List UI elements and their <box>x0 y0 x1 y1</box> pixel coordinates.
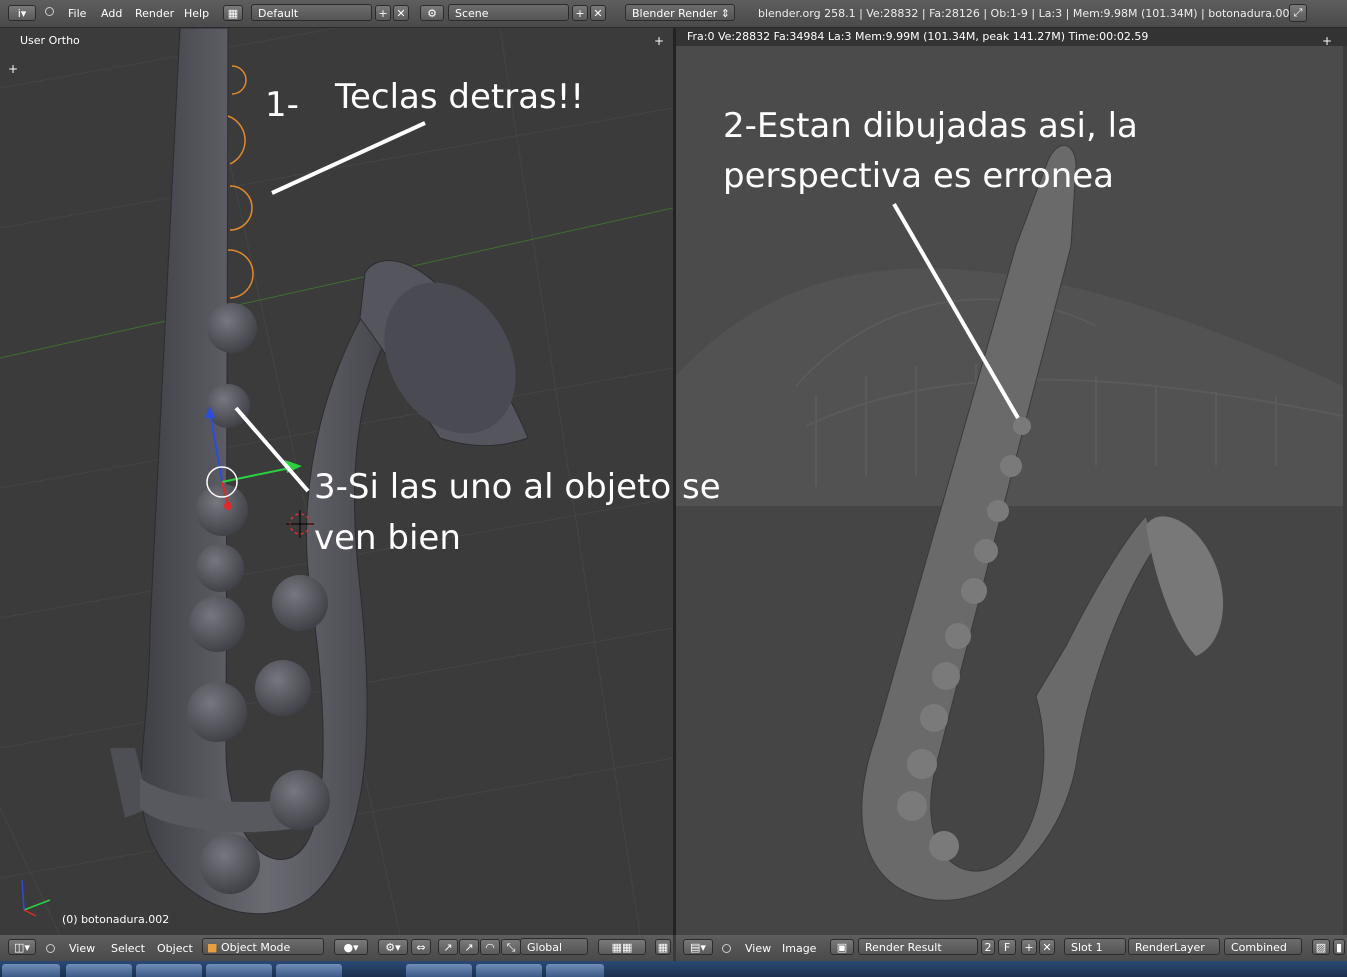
image-collapse-menus-icon[interactable] <box>722 944 731 953</box>
3d-view-editor-type-button[interactable]: ◫▾ <box>8 939 36 955</box>
viewport-shading-button[interactable]: ●▾ <box>334 939 368 955</box>
alpha-display-icon[interactable]: ▮ <box>1333 939 1345 955</box>
scale-icon[interactable]: ⤡ <box>501 939 521 955</box>
screen-layout-icon[interactable]: ▦ <box>223 5 243 21</box>
slot-label: Slot 1 <box>1071 941 1103 954</box>
image-name-field[interactable]: Render Result <box>858 938 978 955</box>
fullscreen-icon[interactable]: ⤢ <box>1289 4 1307 22</box>
menu-add[interactable]: Add <box>101 7 122 20</box>
taskbar-app-2[interactable] <box>136 964 202 977</box>
info-editor-type-button[interactable]: i▾ <box>8 5 36 21</box>
image-editor-type-button[interactable]: ▤▾ <box>683 939 713 955</box>
new-image-button[interactable]: + <box>1021 939 1037 955</box>
transform-orientation-dropdown[interactable]: Global <box>520 938 588 955</box>
view-label: User Ortho <box>20 34 80 47</box>
image-editor-header: ▤▾ View Image ▣ Render Result 2 F + ✕ Sl… <box>676 935 1347 962</box>
menu-image[interactable]: Image <box>782 942 816 955</box>
axis-gizmo <box>21 879 51 917</box>
layers-grid[interactable]: ▦▦ <box>598 939 646 955</box>
screen-layout-field[interactable]: Default <box>251 4 372 21</box>
start-button[interactable] <box>2 964 60 977</box>
render-slot-dropdown[interactable]: Slot 1 <box>1064 938 1126 955</box>
orientation-label: Global <box>527 941 563 954</box>
image-browse-icon[interactable]: ▣ <box>830 939 854 955</box>
taskbar-app-7[interactable] <box>546 964 604 977</box>
taskbar-app-1[interactable] <box>66 964 132 977</box>
menu-select[interactable]: Select <box>111 942 145 955</box>
dropdown-arrows-icon: ⇕ <box>720 7 730 20</box>
rotate-icon[interactable]: ◠ <box>480 939 500 955</box>
menu-view[interactable]: View <box>69 942 95 955</box>
render-engine-dropdown[interactable]: Blender Render ⇕ <box>625 4 735 21</box>
pass-label: Combined <box>1231 941 1287 954</box>
color-display-icon[interactable]: ▨ <box>1312 939 1330 955</box>
annotation-2-line2: perspectiva es erronea <box>723 156 1114 196</box>
taskbar-app-6[interactable] <box>476 964 542 977</box>
menu-render[interactable]: Render <box>135 7 174 20</box>
layer-lock-icon[interactable]: ▦ <box>655 939 671 955</box>
annotation-2-line1: 2-Estan dibujadas asi, la <box>723 106 1138 146</box>
mode-dropdown[interactable]: ■ Object Mode <box>202 938 324 955</box>
active-object-label: (0) botonadura.002 <box>62 913 170 926</box>
3d-view-header: ◫▾ View Select Object ■ Object Mode ●▾ ⚙… <box>0 935 673 962</box>
unlink-image-button[interactable]: ✕ <box>1039 939 1055 955</box>
top-header: i▾ File Add Render Help ▦ Default + ✕ ⚙ … <box>0 0 1347 28</box>
annotation-1-text: Teclas detras!! <box>335 77 585 117</box>
mode-label: Object Mode <box>221 941 291 954</box>
properties-toggle-icon[interactable]: + <box>654 34 664 48</box>
menu-image-view[interactable]: View <box>745 942 771 955</box>
fake-user-toggle[interactable]: F <box>998 939 1016 955</box>
render-layer-dropdown[interactable]: RenderLayer <box>1128 938 1220 955</box>
delete-scene-button[interactable]: ✕ <box>590 5 606 21</box>
menu-help[interactable]: Help <box>184 7 209 20</box>
3d-collapse-menus-icon[interactable] <box>46 944 55 953</box>
scene-field[interactable]: Scene <box>448 4 569 21</box>
x-axis-line <box>0 207 673 359</box>
selected-keys-outline <box>227 65 254 299</box>
translate-manipulator-icon[interactable]: ↗ <box>438 939 458 955</box>
collapse-menus-icon[interactable] <box>45 7 54 16</box>
taskbar-app-5[interactable] <box>406 964 472 977</box>
menu-file[interactable]: File <box>68 7 86 20</box>
translate-icon[interactable]: ↗ <box>459 939 479 955</box>
os-taskbar <box>0 961 1347 977</box>
pivot-point-button[interactable]: ⚙▾ <box>378 939 408 955</box>
scene-icon[interactable]: ⚙ <box>420 5 444 21</box>
add-screen-button[interactable]: + <box>375 5 391 21</box>
toolshelf-toggle-icon[interactable]: + <box>8 62 18 76</box>
menu-object[interactable]: Object <box>157 942 193 955</box>
annotation-3-arrow <box>234 406 310 493</box>
render-info-text: Fra:0 Ve:28832 Fa:34984 La:3 Mem:9.99M (… <box>687 30 1149 43</box>
add-scene-button[interactable]: + <box>572 5 588 21</box>
annotation-1-number: 1- <box>265 85 299 125</box>
layer-label: RenderLayer <box>1135 941 1205 954</box>
delete-screen-button[interactable]: ✕ <box>393 5 409 21</box>
image-users-count[interactable]: 2 <box>981 939 995 955</box>
annotation-3-line1: 3-Si las uno al objeto se <box>314 467 721 507</box>
manipulator-toggle-button[interactable]: ⇔ <box>411 939 431 955</box>
taskbar-app-3[interactable] <box>206 964 272 977</box>
taskbar-app-4[interactable] <box>276 964 342 977</box>
annotation-3-line2: ven bien <box>314 518 461 558</box>
status-info: blender.org 258.1 | Ve:28832 | Fa:28126 … <box>758 7 1297 20</box>
annotation-1-arrow <box>271 121 426 195</box>
object-mode-icon: ■ <box>207 941 218 954</box>
render-pass-dropdown[interactable]: Combined <box>1224 938 1302 955</box>
render-engine-label: Blender Render <box>632 7 718 20</box>
